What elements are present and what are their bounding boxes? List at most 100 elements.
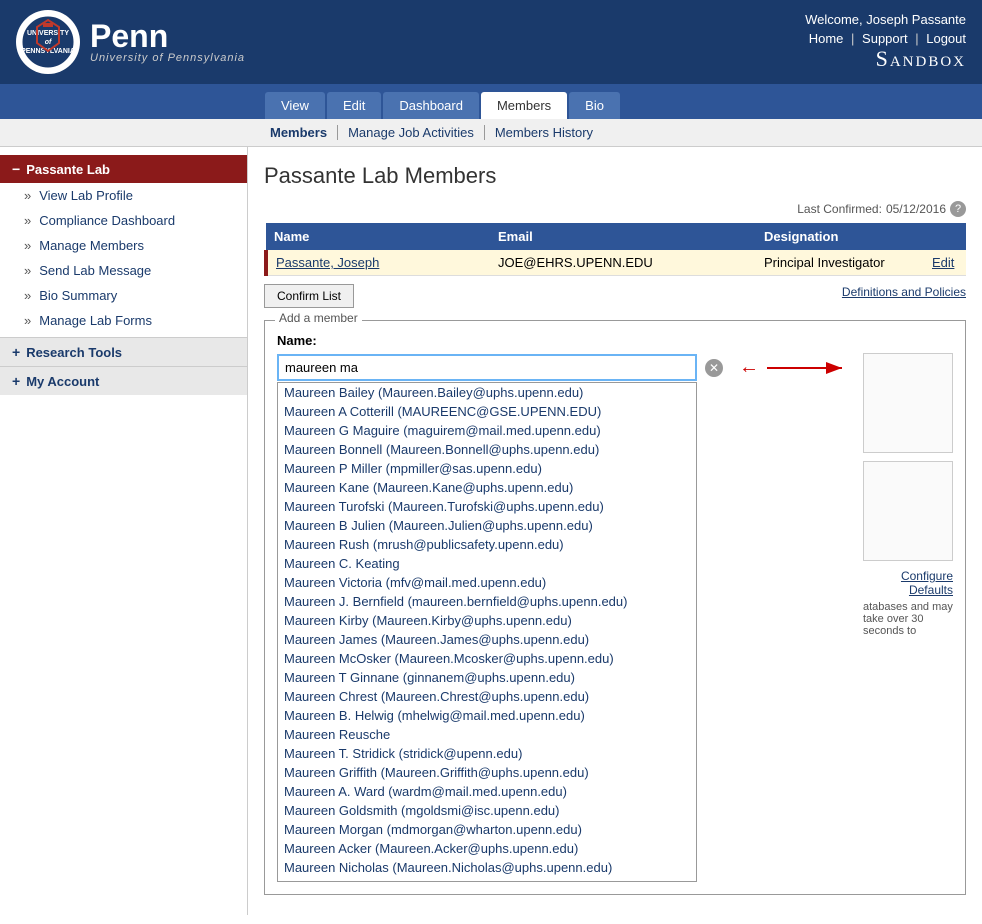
penn-text: Penn bbox=[90, 20, 245, 52]
autocomplete-item[interactable]: Maureen McOsker (Maureen.Mcosker@uphs.up… bbox=[278, 649, 696, 668]
header-right: Welcome, Joseph Passante Home | Support … bbox=[805, 12, 966, 72]
table-header-row: Name Email Designation bbox=[266, 223, 966, 250]
autocomplete-item[interactable]: Maureen G Maguire (maguirem@mail.med.upe… bbox=[278, 421, 696, 440]
search-note: atabases and may take over 30 seconds to bbox=[863, 601, 953, 637]
last-confirmed-date: 05/12/2016 bbox=[886, 202, 946, 216]
plus-icon: + bbox=[12, 373, 20, 389]
penn-logo: UNIVERSITY of PENNSYLVANIA bbox=[16, 10, 80, 74]
add-member-legend: Add a member bbox=[275, 311, 362, 325]
sidebar-item-manage-members[interactable]: Manage Members bbox=[0, 233, 247, 258]
member-designation-cell: Principal Investigator bbox=[756, 250, 924, 276]
autocomplete-item[interactable]: Maureen Turofski (Maureen.Turofski@uphs.… bbox=[278, 497, 696, 516]
autocomplete-item[interactable]: Maureen Bonnell (Maureen.Bonnell@uphs.up… bbox=[278, 440, 696, 459]
autocomplete-item[interactable]: Maureen Kirby (Maureen.Kirby@uphs.upenn.… bbox=[278, 611, 696, 630]
definitions-link[interactable]: Definitions and Policies bbox=[842, 285, 966, 299]
member-action-cell: Edit bbox=[924, 250, 966, 276]
name-input-row: ✕ ← bbox=[277, 354, 847, 381]
sidebar-item-manage-forms[interactable]: Manage Lab Forms bbox=[0, 308, 247, 333]
sidebar-item-label: Bio Summary bbox=[39, 288, 117, 303]
page-title: Passante Lab Members bbox=[264, 163, 966, 189]
table-row: Passante, Joseph JOE@EHRS.UPENN.EDU Prin… bbox=[266, 250, 966, 276]
role-select-area[interactable] bbox=[863, 353, 953, 453]
logout-link[interactable]: Logout bbox=[926, 31, 966, 46]
header-nav: Home | Support | Logout bbox=[805, 31, 966, 46]
logo-area: UNIVERSITY of PENNSYLVANIA Penn Universi… bbox=[16, 10, 245, 74]
autocomplete-item[interactable]: Maureen B. Helwig (mhelwig@mail.med.upen… bbox=[278, 706, 696, 725]
col-header-action bbox=[924, 223, 966, 250]
autocomplete-item[interactable]: Maureen Morgan (mdmorgan@wharton.upenn.e… bbox=[278, 820, 696, 839]
sidebar: − Passante Lab View Lab Profile Complian… bbox=[0, 147, 248, 915]
autocomplete-item[interactable]: Maureen Goldsmith (mgoldsmi@isc.upenn.ed… bbox=[278, 801, 696, 820]
autocomplete-item[interactable]: Maureen A. Ward (wardm@mail.med.upenn.ed… bbox=[278, 782, 696, 801]
sidebar-item-label: View Lab Profile bbox=[39, 188, 133, 203]
tab-view[interactable]: View bbox=[265, 92, 325, 119]
member-name-link[interactable]: Passante, Joseph bbox=[276, 255, 379, 270]
autocomplete-item[interactable]: Maureen Reusche bbox=[278, 725, 696, 744]
autocomplete-item[interactable]: Maureen Acker (Maureen.Acker@uphs.upenn.… bbox=[278, 839, 696, 858]
sidebar-item-compliance[interactable]: Compliance Dashboard bbox=[0, 208, 247, 233]
plus-icon: + bbox=[12, 344, 20, 360]
sidebar-research-tools[interactable]: + Research Tools bbox=[0, 337, 247, 366]
support-link[interactable]: Support bbox=[862, 31, 908, 46]
my-account-label: My Account bbox=[26, 374, 99, 389]
subnav-manage-job[interactable]: Manage Job Activities bbox=[338, 125, 485, 140]
sidebar-item-view-lab[interactable]: View Lab Profile bbox=[0, 183, 247, 208]
autocomplete-item[interactable]: Maureen Gorman (Maureen.Gorman@uphs.upen… bbox=[278, 877, 696, 882]
sidebar-lab-section: − Passante Lab View Lab Profile Complian… bbox=[0, 155, 247, 333]
autocomplete-item[interactable]: Maureen Kane (Maureen.Kane@uphs.upenn.ed… bbox=[278, 478, 696, 497]
autocomplete-item[interactable]: Maureen Rush (mrush@publicsafety.upenn.e… bbox=[278, 535, 696, 554]
member-name-cell: Passante, Joseph bbox=[266, 250, 490, 276]
sidebar-my-account[interactable]: + My Account bbox=[0, 366, 247, 395]
sidebar-item-bio-summary[interactable]: Bio Summary bbox=[0, 283, 247, 308]
member-email-cell: JOE@EHRS.UPENN.EDU bbox=[490, 250, 756, 276]
autocomplete-item[interactable]: Maureen C. Keating bbox=[278, 554, 696, 573]
tab-edit[interactable]: Edit bbox=[327, 92, 381, 119]
sidebar-lab-label: Passante Lab bbox=[26, 162, 110, 177]
university-subtitle: University of Pennsylvania bbox=[90, 52, 245, 64]
autocomplete-item[interactable]: Maureen Bailey (Maureen.Bailey@uphs.upen… bbox=[278, 383, 696, 402]
autocomplete-item[interactable]: Maureen Victoria (mfv@mail.med.upenn.edu… bbox=[278, 573, 696, 592]
autocomplete-item[interactable]: Maureen Nicholas (Maureen.Nicholas@uphs.… bbox=[278, 858, 696, 877]
tab-members[interactable]: Members bbox=[481, 92, 567, 119]
research-tools-label: Research Tools bbox=[26, 345, 122, 360]
clear-input-button[interactable]: ✕ bbox=[705, 359, 723, 377]
sidebar-item-label: Compliance Dashboard bbox=[39, 213, 175, 228]
name-search-input[interactable] bbox=[277, 354, 697, 381]
configure-defaults-link[interactable]: Configure Defaults bbox=[863, 569, 953, 597]
dept-select-area[interactable] bbox=[863, 461, 953, 561]
members-table: Name Email Designation Passante, Joseph … bbox=[264, 223, 966, 276]
header: UNIVERSITY of PENNSYLVANIA Penn Universi… bbox=[0, 0, 982, 84]
add-member-section: Add a member Name: ✕ ← bbox=[264, 320, 966, 895]
sidebar-item-send-message[interactable]: Send Lab Message bbox=[0, 258, 247, 283]
top-nav: View Edit Dashboard Members Bio bbox=[0, 84, 982, 119]
col-header-name: Name bbox=[266, 223, 490, 250]
autocomplete-item[interactable]: Maureen James (Maureen.James@uphs.upenn.… bbox=[278, 630, 696, 649]
edit-link[interactable]: Edit bbox=[932, 255, 954, 270]
tab-dashboard[interactable]: Dashboard bbox=[383, 92, 479, 119]
subnav-members[interactable]: Members bbox=[270, 125, 338, 140]
last-confirmed-label: Last Confirmed: bbox=[797, 202, 882, 216]
col-header-email: Email bbox=[490, 223, 756, 250]
home-link[interactable]: Home bbox=[809, 31, 844, 46]
autocomplete-item[interactable]: Maureen B Julien (Maureen.Julien@uphs.up… bbox=[278, 516, 696, 535]
sidebar-lab-header[interactable]: − Passante Lab bbox=[0, 155, 247, 183]
sub-nav: Members Manage Job Activities Members Hi… bbox=[0, 119, 982, 147]
info-icon[interactable]: ? bbox=[950, 201, 966, 217]
autocomplete-item[interactable]: Maureen P Miller (mpmiller@sas.upenn.edu… bbox=[278, 459, 696, 478]
confirm-list-button[interactable]: Confirm List bbox=[264, 284, 354, 308]
autocomplete-item[interactable]: Maureen A Cotterill (MAUREENC@GSE.UPENN.… bbox=[278, 402, 696, 421]
sandbox-badge: Sandbox bbox=[805, 46, 966, 72]
autocomplete-item[interactable]: Maureen T. Stridick (stridick@upenn.edu) bbox=[278, 744, 696, 763]
sidebar-item-label: Send Lab Message bbox=[39, 263, 151, 278]
last-confirmed: Last Confirmed: 05/12/2016 ? bbox=[264, 201, 966, 217]
name-label: Name: bbox=[277, 333, 847, 348]
subnav-members-history[interactable]: Members History bbox=[485, 125, 603, 140]
autocomplete-item[interactable]: Maureen Chrest (Maureen.Chrest@uphs.upen… bbox=[278, 687, 696, 706]
main-layout: − Passante Lab View Lab Profile Complian… bbox=[0, 147, 982, 915]
tab-bio[interactable]: Bio bbox=[569, 92, 620, 119]
autocomplete-item[interactable]: Maureen T Ginnane (ginnanem@uphs.upenn.e… bbox=[278, 668, 696, 687]
autocomplete-item[interactable]: Maureen J. Bernfield (maureen.bernfield@… bbox=[278, 592, 696, 611]
main-content: Passante Lab Members Last Confirmed: 05/… bbox=[248, 147, 982, 915]
svg-text:UNIVERSITY: UNIVERSITY bbox=[27, 30, 69, 37]
autocomplete-item[interactable]: Maureen Griffith (Maureen.Griffith@uphs.… bbox=[278, 763, 696, 782]
